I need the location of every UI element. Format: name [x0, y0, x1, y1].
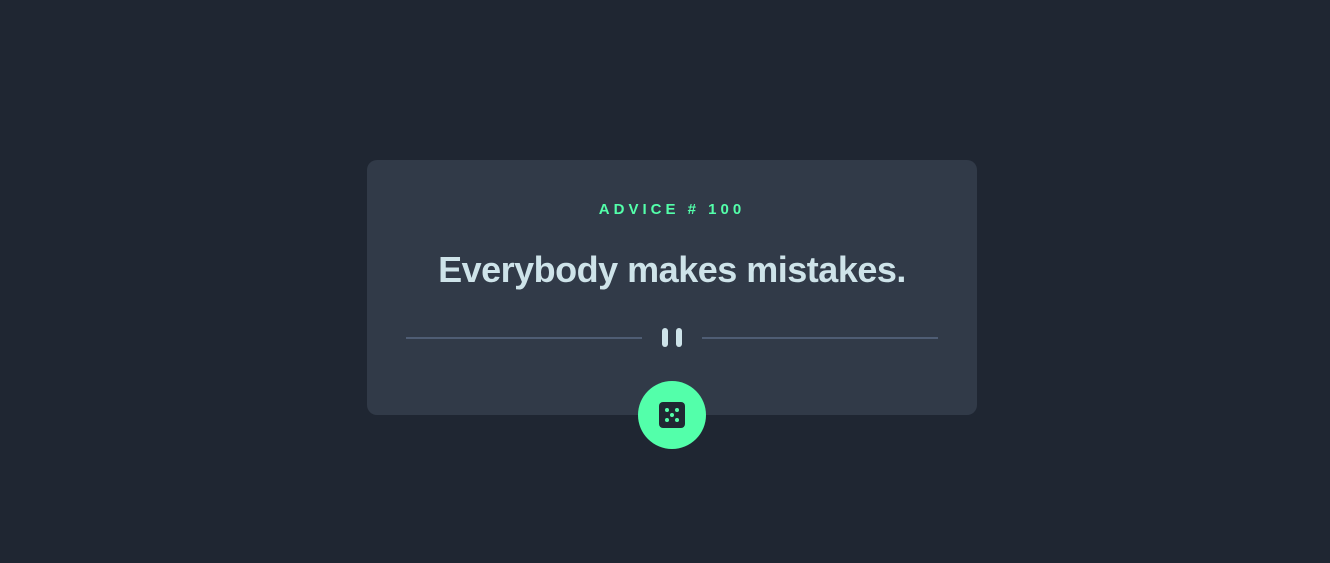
pause-icon — [660, 327, 684, 349]
dice-icon — [659, 402, 685, 428]
advice-card: ADVICE # 100 Everybody makes mistakes. — [367, 160, 977, 415]
divider-line-right — [702, 337, 938, 339]
divider-line-left — [406, 337, 642, 339]
generate-advice-button[interactable] — [638, 381, 706, 449]
advice-number-label: ADVICE # 100 — [598, 201, 746, 218]
divider — [406, 327, 938, 349]
advice-quote: Everybody makes mistakes. — [438, 249, 906, 290]
